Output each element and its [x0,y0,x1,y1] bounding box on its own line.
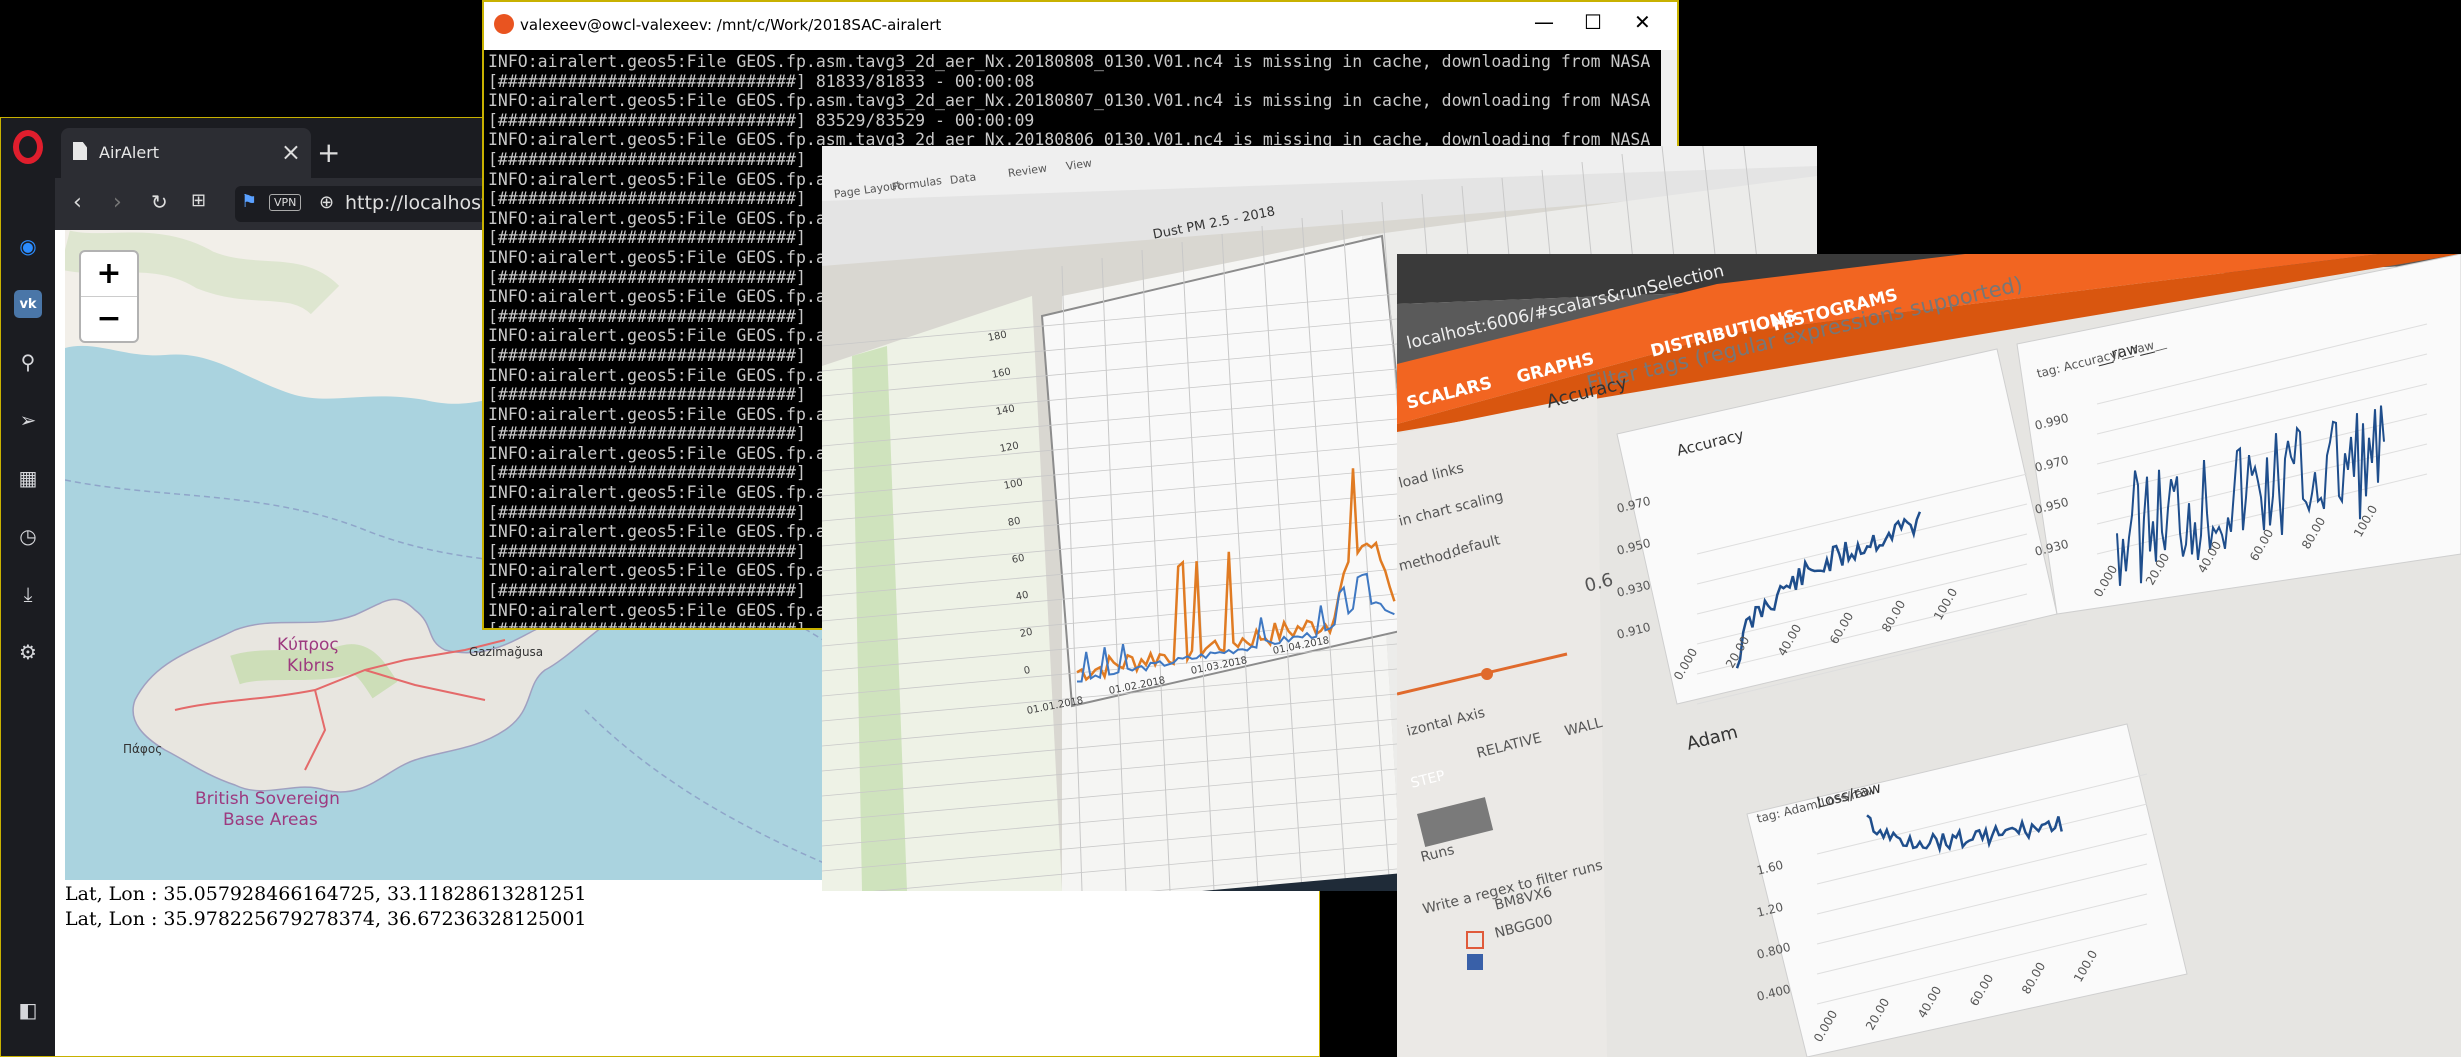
terminal-title: valexeev@owcl-valexeev: /mnt/c/Work/2018… [520,16,942,34]
speed-dial-icon[interactable]: ▦ [14,464,42,492]
terminal-line: INFO:airalert.geos5:File GEOS.fp.asm.tav… [488,91,1651,111]
reload-icon[interactable]: ↻ [151,190,168,214]
opera-logo-icon[interactable] [13,130,43,164]
settings-gear-icon[interactable]: ⚙ [14,638,42,666]
terminal-line: [##############################] 83529/8… [488,110,1035,130]
close-tab-icon[interactable]: × [281,138,301,166]
vpn-badge[interactable]: VPN [269,194,302,211]
location-pin-icon: ⚑ [241,191,258,212]
minimize-icon[interactable]: — [1534,10,1554,34]
back-icon[interactable]: ‹ [73,190,82,215]
messenger-icon[interactable]: ◉ [14,232,42,260]
downloads-icon[interactable]: ⤓ [14,580,42,608]
vk-icon[interactable]: vk [14,290,42,318]
tabs-grid-icon[interactable]: ⊞ [191,190,206,211]
document-icon [73,142,87,160]
send-icon[interactable]: ➢ [14,406,42,434]
coord-line: Lat, Lon : 35.978225679278374, 36.672363… [65,908,587,930]
ubuntu-icon [494,14,514,34]
globe-icon: ⊕ [319,192,335,213]
sidebar-toggle-icon[interactable]: ◧ [14,996,42,1024]
maximize-icon[interactable]: ☐ [1584,10,1602,34]
search-icon[interactable]: ⚲ [14,348,42,376]
tab-airalert[interactable]: AirAlert × [61,128,311,178]
tab-title: AirAlert [99,143,160,162]
coords-output: Lat, Lon : 35.057928466164725, 33.118286… [65,882,587,932]
map-label-british-sovereign: British Sovereign [195,789,340,809]
photo-tensorboard-screen: SCALARS GRAPHS DISTRIBUTIONS HISTOGRAMS loc… [1397,254,2461,1057]
close-icon[interactable]: ✕ [1634,10,1651,34]
zoom-in-button[interactable]: + [81,252,137,297]
new-tab-button[interactable]: + [317,136,340,169]
terminal-line: [##############################] 81833/8… [488,71,1035,91]
map-label-gazimagusa: Gazimağusa [469,645,544,659]
forward-icon[interactable]: › [113,190,122,215]
map-label-kibris: Kıbrıs [287,656,335,676]
map-label-pafos: Πάφος [123,742,163,756]
opera-sidebar: ◉ vk ⚲ ➢ ▦ ◷ ⤓ ⚙ ◧ [1,118,55,1056]
history-icon[interactable]: ◷ [14,522,42,550]
zoom-out-button[interactable]: − [81,297,137,341]
map-label-kypros: Κύπρος [277,635,340,655]
map-label-base-areas: Base Areas [223,810,318,830]
terminal-line: INFO:airalert.geos5:File GEOS.fp.asm.tav… [488,52,1651,71]
coord-line: Lat, Lon : 35.057928466164725, 33.118286… [65,883,587,905]
zoom-control: + − [79,250,139,343]
terminal-titlebar: valexeev@owcl-valexeev: /mnt/c/Work/2018… [484,2,1677,50]
